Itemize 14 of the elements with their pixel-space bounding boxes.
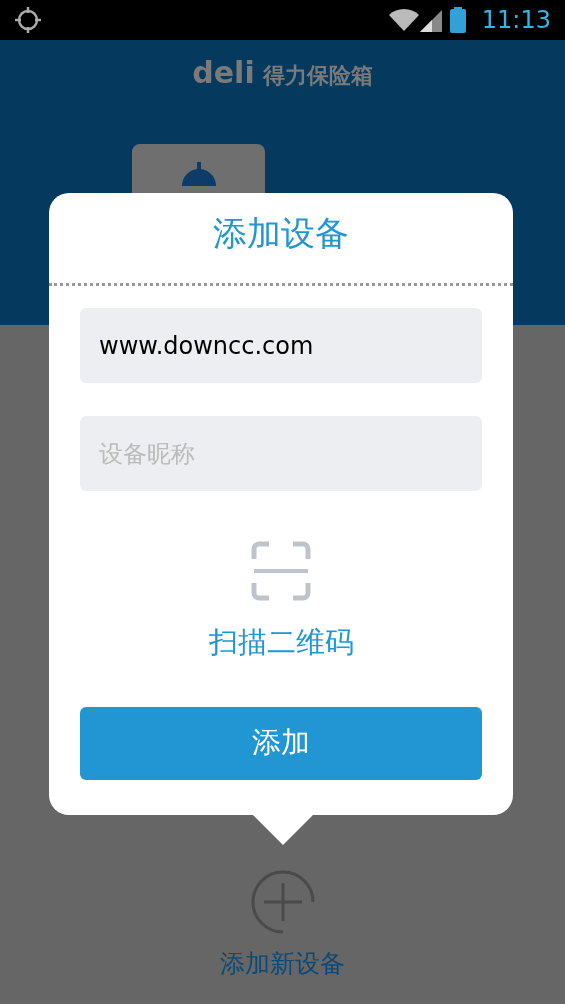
clock-time: 11:13: [481, 5, 551, 36]
battery-icon: [449, 7, 466, 33]
brand-logo: deli: [192, 58, 255, 88]
add-button[interactable]: 添加: [80, 706, 482, 780]
dialog-title: 添加设备: [213, 212, 349, 255]
add-icon[interactable]: [249, 868, 316, 935]
scan-qr-link[interactable]: 扫描二维码: [208, 621, 354, 665]
location-icon: [14, 6, 42, 34]
signal-icon: [419, 8, 442, 32]
input-field[interactable]: www.downcc.com: [80, 308, 482, 383]
app-title: 得力保险箱: [262, 65, 373, 87]
wifi-icon: [388, 8, 419, 32]
scan-icon[interactable]: [251, 541, 311, 601]
lock-icon: [181, 162, 216, 186]
